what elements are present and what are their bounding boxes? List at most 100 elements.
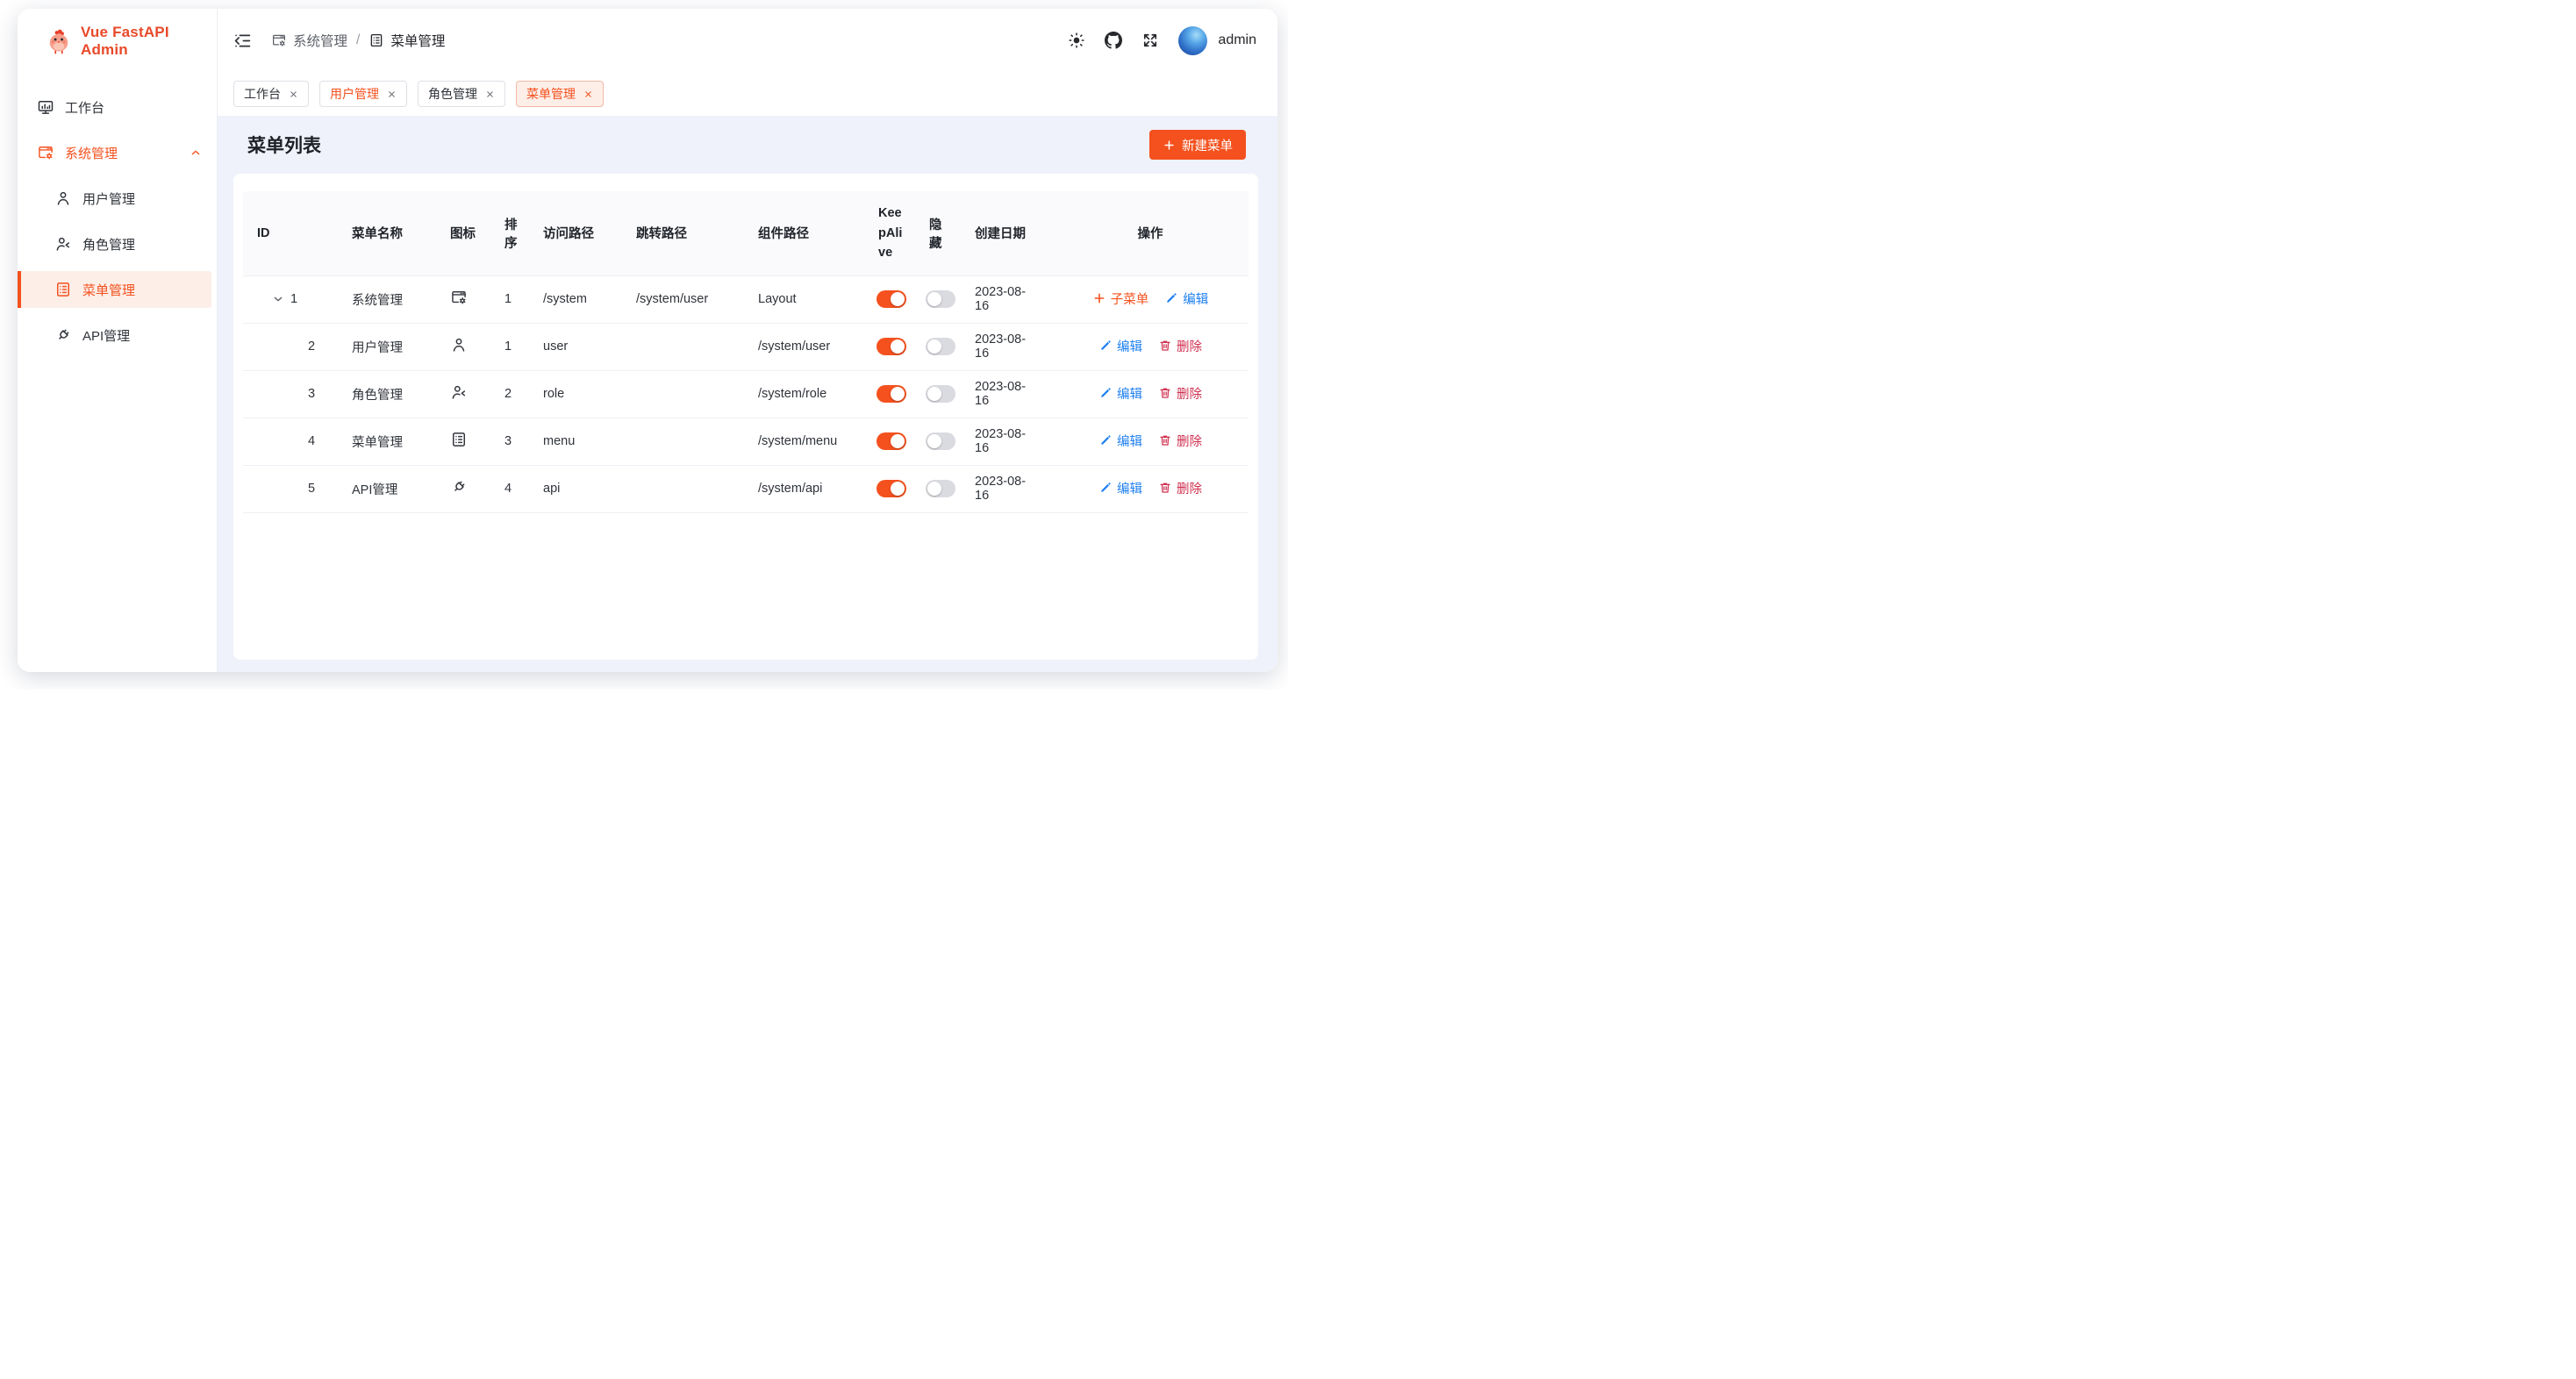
hidden-toggle[interactable] — [926, 480, 955, 497]
avatar[interactable] — [1178, 26, 1207, 55]
action-submenu-button[interactable]: 子菜单 — [1092, 289, 1149, 308]
keepalive-toggle[interactable] — [877, 432, 906, 450]
collapse-sidebar-icon[interactable] — [233, 32, 252, 50]
cell-menu-name: 系统管理 — [338, 275, 436, 323]
keepalive-toggle[interactable] — [877, 480, 906, 497]
action-label: 删除 — [1177, 337, 1202, 355]
hidden-toggle[interactable] — [926, 290, 955, 308]
delete-icon — [1158, 481, 1172, 495]
new-menu-button[interactable]: 新建菜单 — [1149, 130, 1246, 160]
action-label: 删除 — [1177, 384, 1202, 403]
action-label: 子菜单 — [1111, 289, 1149, 308]
cell-redirect — [622, 370, 744, 418]
tab-close-icon[interactable] — [289, 89, 298, 99]
menu-icon — [450, 431, 468, 448]
cell-redirect — [622, 465, 744, 512]
action-delete-button[interactable]: 删除 — [1158, 384, 1202, 403]
system-icon — [37, 144, 54, 161]
tab-user[interactable]: 用户管理 — [319, 81, 407, 107]
sidebar-item-system[interactable]: 系统管理 — [18, 134, 217, 171]
tab-workbench[interactable]: 工作台 — [233, 81, 309, 107]
cell-hidden — [915, 275, 961, 323]
plus-icon — [1092, 291, 1106, 305]
menu-icon — [369, 32, 384, 48]
sidebar-item-menu[interactable]: 菜单管理 — [18, 271, 211, 308]
table-row: 4菜单管理3menu/system/menu2023-08-16编辑删除 — [243, 418, 1249, 465]
keepalive-toggle[interactable] — [877, 385, 906, 403]
cell-component: /system/role — [744, 370, 866, 418]
github-icon[interactable] — [1105, 32, 1122, 49]
action-edit-button[interactable]: 编辑 — [1098, 384, 1142, 403]
user-icon — [450, 336, 468, 354]
tab-close-icon[interactable] — [387, 89, 397, 99]
sidebar: Vue FastAPI Admin 工作台系统管理用户管理角色管理菜单管理 API… — [18, 9, 218, 672]
edit-icon — [1098, 386, 1113, 400]
column-header-icon: 图标 — [436, 191, 490, 275]
sidebar-item-label: 菜单管理 — [82, 281, 135, 299]
row-id: 2 — [308, 339, 315, 354]
breadcrumb-label: 菜单管理 — [390, 31, 445, 50]
tab-close-icon[interactable] — [485, 89, 495, 99]
breadcrumb-item-system[interactable]: 系统管理 — [271, 31, 347, 50]
cell-path: menu — [529, 418, 622, 465]
chevron-down-icon[interactable] — [271, 292, 285, 306]
action-edit-button[interactable]: 编辑 — [1164, 289, 1208, 308]
app-title: Vue FastAPI Admin — [81, 24, 217, 59]
sidebar-item-api[interactable]: API管理 — [18, 317, 217, 354]
action-delete-button[interactable]: 删除 — [1158, 337, 1202, 355]
topbar: 系统管理/菜单管理 admin — [218, 9, 1277, 72]
cell-order: 1 — [490, 275, 529, 323]
column-header-created: 创建日期 — [961, 191, 1052, 275]
fullscreen-icon[interactable] — [1141, 32, 1159, 49]
cell-menu-name: 菜单管理 — [338, 418, 436, 465]
table-row: 3角色管理2role/system/role2023-08-16编辑删除 — [243, 370, 1249, 418]
cell-created-date: 2023-08-16 — [961, 275, 1052, 323]
switch-knob — [927, 482, 941, 496]
tab-role[interactable]: 角色管理 — [418, 81, 505, 107]
username[interactable]: admin — [1218, 32, 1256, 48]
cell-path: api — [529, 465, 622, 512]
action-delete-button[interactable]: 删除 — [1158, 432, 1202, 450]
workbench-icon — [37, 98, 54, 116]
sidebar-item-label: 工作台 — [65, 98, 104, 117]
tab-label: 用户管理 — [330, 85, 379, 103]
tab-menu[interactable]: 菜单管理 — [516, 81, 604, 107]
sidebar-item-user[interactable]: 用户管理 — [18, 180, 217, 217]
app-logo[interactable]: Vue FastAPI Admin — [18, 9, 217, 74]
cell-actions: 编辑 删除 — [1052, 370, 1249, 418]
breadcrumb-label: 系统管理 — [293, 31, 347, 50]
hidden-toggle[interactable] — [926, 432, 955, 450]
breadcrumb: 系统管理/菜单管理 — [271, 31, 445, 50]
tab-close-icon[interactable] — [583, 89, 593, 99]
cell-keepalive — [866, 465, 915, 512]
action-delete-button[interactable]: 删除 — [1158, 479, 1202, 497]
cell-icon — [436, 465, 490, 512]
breadcrumb-item-menu[interactable]: 菜单管理 — [369, 31, 445, 50]
cell-keepalive — [866, 275, 915, 323]
cell-id: 1 — [243, 275, 338, 323]
action-edit-button[interactable]: 编辑 — [1098, 337, 1142, 355]
tab-label: 工作台 — [244, 85, 281, 103]
cell-hidden — [915, 370, 961, 418]
row-id: 4 — [308, 434, 315, 448]
sidebar-item-workbench[interactable]: 工作台 — [18, 89, 217, 125]
row-id: 5 — [308, 482, 315, 496]
user-icon — [54, 189, 72, 207]
hidden-toggle[interactable] — [926, 338, 955, 355]
cell-created-date: 2023-08-16 — [961, 418, 1052, 465]
cell-order: 2 — [490, 370, 529, 418]
sidebar-item-role[interactable]: 角色管理 — [18, 225, 217, 262]
keepalive-toggle[interactable] — [877, 290, 906, 308]
keepalive-toggle[interactable] — [877, 338, 906, 355]
action-label: 编辑 — [1117, 337, 1142, 355]
sidebar-nav: 工作台系统管理用户管理角色管理菜单管理 API管理 — [18, 74, 217, 358]
action-edit-button[interactable]: 编辑 — [1098, 479, 1142, 497]
menu-icon — [54, 281, 72, 298]
theme-toggle-icon[interactable] — [1068, 32, 1085, 49]
column-header-name: 菜单名称 — [338, 191, 436, 275]
topbar-tools: admin — [1068, 26, 1256, 55]
role-icon — [54, 235, 72, 253]
hidden-toggle[interactable] — [926, 385, 955, 403]
action-edit-button[interactable]: 编辑 — [1098, 432, 1142, 450]
new-menu-button-label: 新建菜单 — [1182, 136, 1233, 154]
